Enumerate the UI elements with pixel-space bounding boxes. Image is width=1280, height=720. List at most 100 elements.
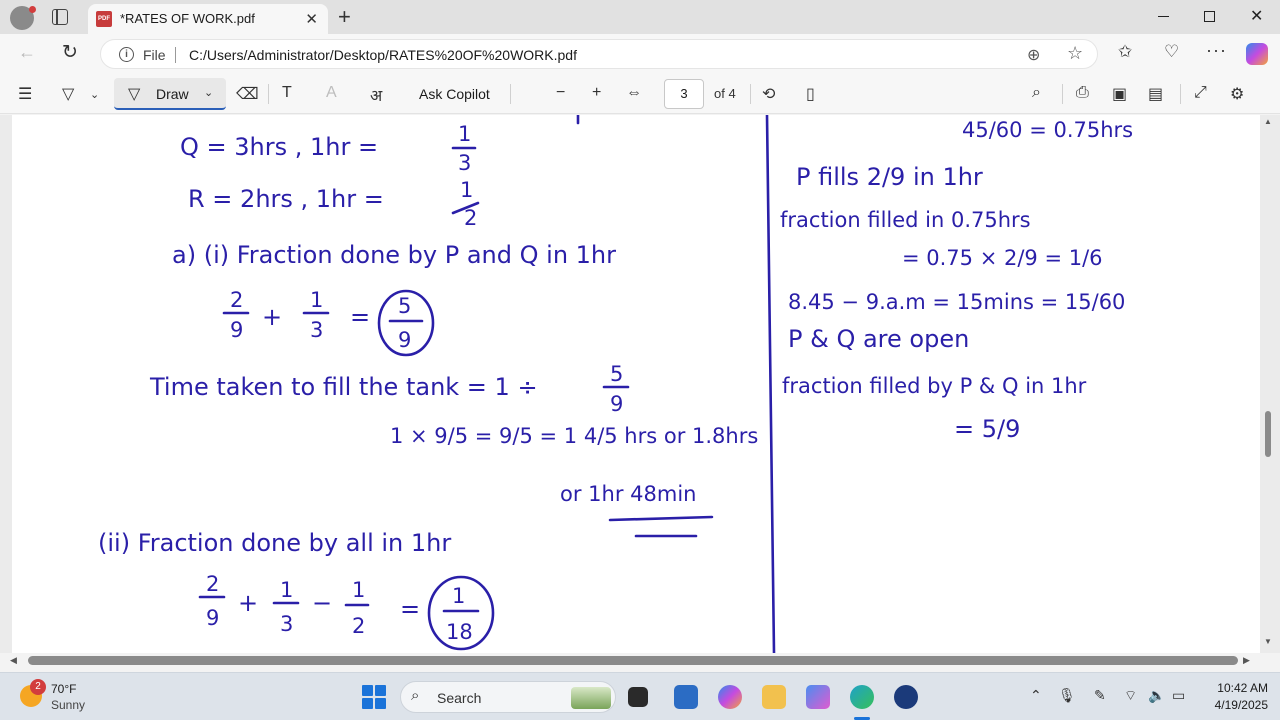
toolbar-divider <box>510 84 511 104</box>
sum-pq-b-den: 3 <box>310 318 323 342</box>
store-icon[interactable] <box>674 685 698 709</box>
tab-rates-of-work[interactable]: PDF *RATES OF WORK.pdf ✕ <box>88 4 328 34</box>
scroll-up-icon[interactable]: ▲ <box>1264 117 1272 126</box>
weather-temperature[interactable]: 70°F <box>51 682 76 696</box>
calc-line: 1 × 9/5 = 9/5 = 1 4/5 hrs or 1.8hrs <box>390 424 758 448</box>
taskbar-search[interactable]: ⌕ Search <box>400 681 616 713</box>
settings-icon[interactable]: ⚙ <box>1230 84 1244 104</box>
vertical-scroll-thumb[interactable] <box>1265 411 1271 457</box>
m365-icon[interactable] <box>806 685 830 709</box>
page-number-input[interactable]: 3 <box>664 79 704 109</box>
time-frac-num: 5 <box>610 362 623 386</box>
wifi-icon[interactable]: ⌔ <box>1124 687 1137 705</box>
browser-essentials-icon[interactable]: ♡ <box>1164 42 1179 62</box>
line-q-frac-den: 3 <box>458 151 471 175</box>
right-time-range: 8.45 − 9.a.m = 15mins = 15/60 <box>788 290 1125 314</box>
search-icon: ⌕ <box>411 687 420 704</box>
right-calc: = 0.75 × 2/9 = 1/6 <box>902 246 1103 270</box>
add-text-icon[interactable]: T <box>282 84 292 102</box>
eraser-icon[interactable]: ⌫ <box>236 84 259 104</box>
maximize-icon[interactable] <box>1204 11 1215 22</box>
fit-to-page-icon[interactable]: ⇔ <box>626 84 642 102</box>
profile-notification-dot <box>29 6 36 13</box>
sum-all-c-den: 2 <box>352 614 365 638</box>
pdf-toolbar: ☰ ▽ ⌄ ▽ Draw ⌄ ⌫ T A अ Ask Copilot − + ⇔… <box>0 74 1280 114</box>
favorite-star-icon[interactable]: ☆ <box>1067 43 1083 64</box>
contents-icon[interactable]: ☰ <box>18 84 32 104</box>
print-icon[interactable]: ⎙ <box>1076 84 1089 102</box>
pen-icon[interactable]: ✎ <box>1094 687 1106 704</box>
app-icon[interactable] <box>894 685 918 709</box>
time-frac-den: 9 <box>610 392 623 416</box>
battery-icon[interactable]: ▭ <box>1172 687 1185 704</box>
pdf-viewport[interactable]: Q = 3hrs , 1hr = 1 3 R = 2hrs , 1hr = 1 … <box>0 115 1280 653</box>
toolbar-divider <box>1062 84 1063 104</box>
favorites-icon[interactable]: ✩ <box>1118 42 1132 62</box>
horizontal-scroll-thumb[interactable] <box>28 656 1238 665</box>
column-divider <box>765 115 776 653</box>
toolbar-divider <box>268 84 269 104</box>
fullscreen-icon[interactable]: ⤢ <box>1194 84 1207 102</box>
clock-time[interactable]: 10:42 AM <box>1204 681 1268 695</box>
sum-pq-result-num: 5 <box>398 294 411 318</box>
start-icon[interactable] <box>362 685 386 709</box>
plus-sign: + <box>238 589 258 617</box>
draw-label: Draw <box>156 86 189 102</box>
sum-all-result-num: 1 <box>452 584 465 608</box>
vertical-scrollbar[interactable]: ▲ ▼ <box>1262 115 1274 655</box>
copilot-icon[interactable] <box>1246 43 1268 65</box>
zoom-out-icon[interactable]: − <box>556 84 565 102</box>
rotate-icon[interactable]: ⟲ <box>762 84 775 104</box>
refresh-icon[interactable]: ↻ <box>62 41 78 64</box>
horizontal-scrollbar[interactable]: ◀ ▶ <box>0 654 1262 668</box>
window-close-icon[interactable]: ✕ <box>1250 6 1263 26</box>
minus-sign: − <box>312 589 332 617</box>
scroll-right-icon[interactable]: ▶ <box>1243 655 1250 666</box>
find-icon[interactable]: ⌕ <box>1032 84 1041 102</box>
draw-button[interactable]: ▽ Draw ⌄ <box>114 78 226 110</box>
new-tab-icon[interactable]: + <box>338 4 351 30</box>
scheme-label: File <box>143 47 166 63</box>
minimize-icon[interactable] <box>1158 16 1169 18</box>
handwritten-notes: Q = 3hrs , 1hr = 1 3 R = 2hrs , 1hr = 1 … <box>98 115 1133 653</box>
back-icon[interactable]: ← <box>18 42 36 63</box>
save-as-icon[interactable]: ▤ <box>1148 84 1163 104</box>
copilot-app-icon[interactable] <box>718 685 742 709</box>
right-p-fills: P fills 2/9 in 1hr <box>796 163 983 191</box>
toolbar-divider <box>1180 84 1181 104</box>
close-tab-icon[interactable]: ✕ <box>305 10 318 28</box>
draw-chevron-icon[interactable]: ⌄ <box>204 86 213 99</box>
taskbar: 2 70°F Sunny ⌕ Search ⌃ 🎙 ✎ ⌔ 🔈 ▭ 10:42 … <box>0 672 1280 720</box>
search-label: Search <box>437 690 482 706</box>
highlight-icon[interactable]: ▽ <box>62 84 74 104</box>
microphone-icon[interactable]: 🎙 <box>1058 687 1076 704</box>
save-icon[interactable]: ▣ <box>1112 84 1127 104</box>
tab-title: *RATES OF WORK.pdf <box>120 11 255 26</box>
scroll-down-icon[interactable]: ▼ <box>1264 637 1272 646</box>
read-aloud-icon[interactable]: A <box>326 84 337 102</box>
url-text[interactable]: C:/Users/Administrator/Desktop/RATES%20O… <box>189 47 577 63</box>
edge-icon[interactable] <box>850 685 874 709</box>
zoom-in-icon[interactable]: + <box>592 84 601 102</box>
show-hidden-icons-chevron-icon[interactable]: ⌃ <box>1030 687 1042 704</box>
plus-sign: + <box>262 303 282 331</box>
zoom-icon[interactable]: ⊕ <box>1027 45 1040 65</box>
highlight-chevron-icon[interactable]: ⌄ <box>90 88 99 101</box>
pdf-icon: PDF <box>96 11 112 27</box>
time-taken-label: Time taken to fill the tank = 1 ÷ <box>149 373 538 401</box>
task-view-icon[interactable] <box>628 687 648 707</box>
more-options-icon[interactable]: ··· <box>1206 40 1227 61</box>
file-explorer-icon[interactable] <box>762 685 786 709</box>
tab-actions-icon[interactable] <box>52 9 68 25</box>
weather-badge: 2 <box>30 679 46 695</box>
info-icon[interactable]: i <box>119 47 134 62</box>
clock-date[interactable]: 4/19/2025 <box>1196 698 1268 712</box>
line-r-frac-num: 1 <box>460 178 473 202</box>
volume-icon[interactable]: 🔈 <box>1148 687 1165 704</box>
page-view-icon[interactable]: ▯ <box>806 84 815 104</box>
translate-icon[interactable]: अ <box>370 84 382 106</box>
weather-condition[interactable]: Sunny <box>51 698 85 712</box>
scroll-left-icon[interactable]: ◀ <box>10 655 17 666</box>
address-bar[interactable]: i File C:/Users/Administrator/Desktop/RA… <box>100 39 1098 69</box>
ask-copilot-button[interactable]: Ask Copilot <box>419 86 490 102</box>
